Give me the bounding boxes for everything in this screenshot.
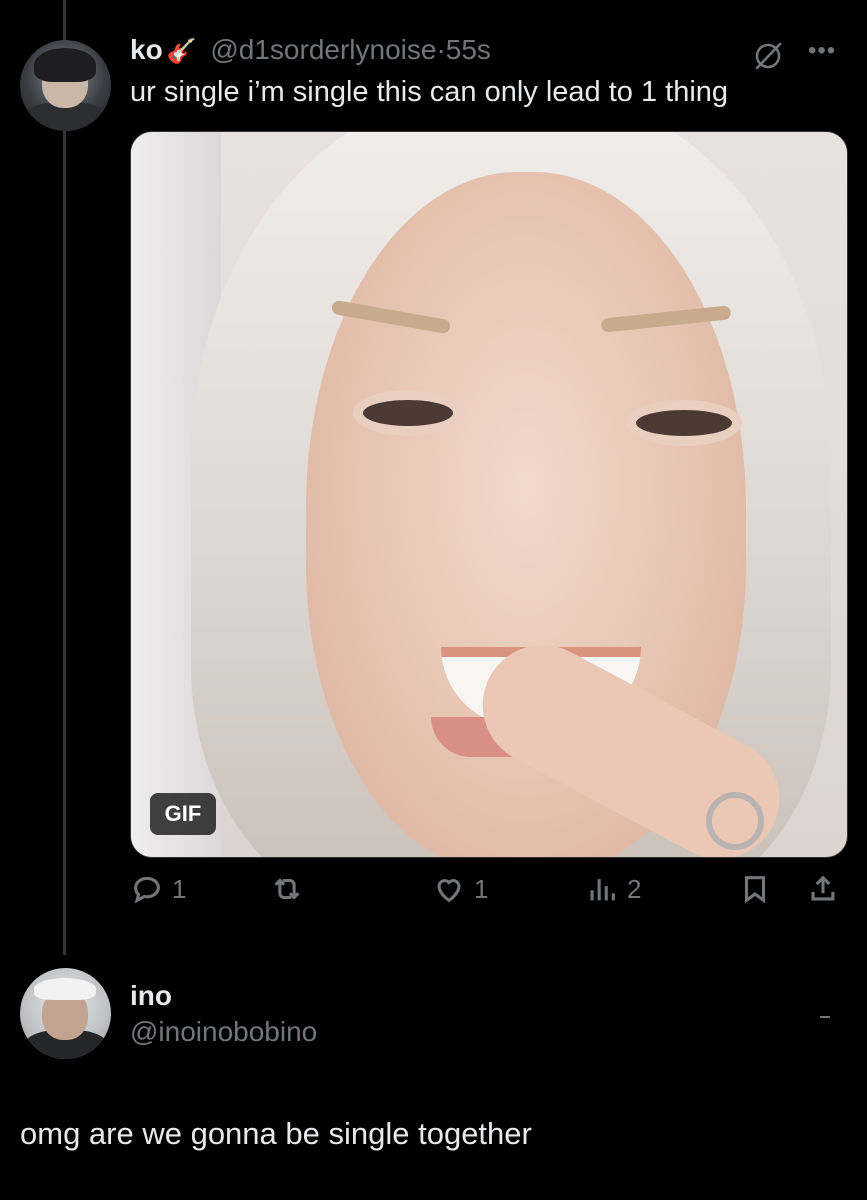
reply-author-handle[interactable]: @inoinobobino — [130, 1016, 317, 1048]
more-options-icon[interactable]: ••• — [808, 37, 836, 65]
reply-author-name[interactable]: ino — [130, 980, 172, 1012]
grok-icon[interactable] — [752, 40, 784, 72]
parent-tweet-text: ur single i’m single this can only lead … — [130, 76, 729, 108]
views-count: 2 — [627, 873, 642, 904]
views-icon — [590, 879, 615, 901]
parent-author-handle[interactable]: @d1sorderlynoise — [210, 34, 436, 65]
share-button[interactable] — [806, 872, 840, 906]
bookmark-icon — [744, 876, 766, 904]
like-count: 1 — [474, 873, 489, 904]
reply-icon — [134, 876, 160, 904]
reply-menu-indicator[interactable] — [820, 1016, 830, 1018]
parent-tweet-header: ko 🎸 @d1sorderlynoise·55s — [130, 34, 491, 66]
gif-badge: GIF — [150, 793, 216, 835]
retweet-button[interactable] — [270, 872, 312, 906]
reply-button[interactable]: 1 — [130, 872, 186, 906]
thread-connector-line — [63, 0, 66, 955]
like-icon — [437, 879, 461, 903]
reply-tweet-text: omg are we gonna be single together — [20, 1116, 532, 1151]
parent-author-name[interactable]: ko — [130, 34, 163, 65]
guitar-emoji-icon: 🎸 — [166, 38, 197, 65]
share-icon — [811, 875, 835, 901]
parent-author-avatar[interactable] — [20, 40, 111, 131]
header-separator: · — [436, 34, 446, 65]
reply-count: 1 — [172, 873, 187, 904]
reply-author-avatar[interactable] — [20, 968, 111, 1059]
like-button[interactable]: 1 — [432, 872, 488, 906]
views-button[interactable]: 2 — [585, 872, 641, 906]
parent-tweet-gif[interactable]: GIF — [130, 131, 848, 858]
tweet-action-bar: 1 1 2 — [130, 872, 846, 912]
parent-tweet-timestamp[interactable]: 55s — [446, 34, 491, 65]
retweet-icon — [274, 878, 300, 900]
bookmark-button[interactable] — [738, 872, 772, 906]
